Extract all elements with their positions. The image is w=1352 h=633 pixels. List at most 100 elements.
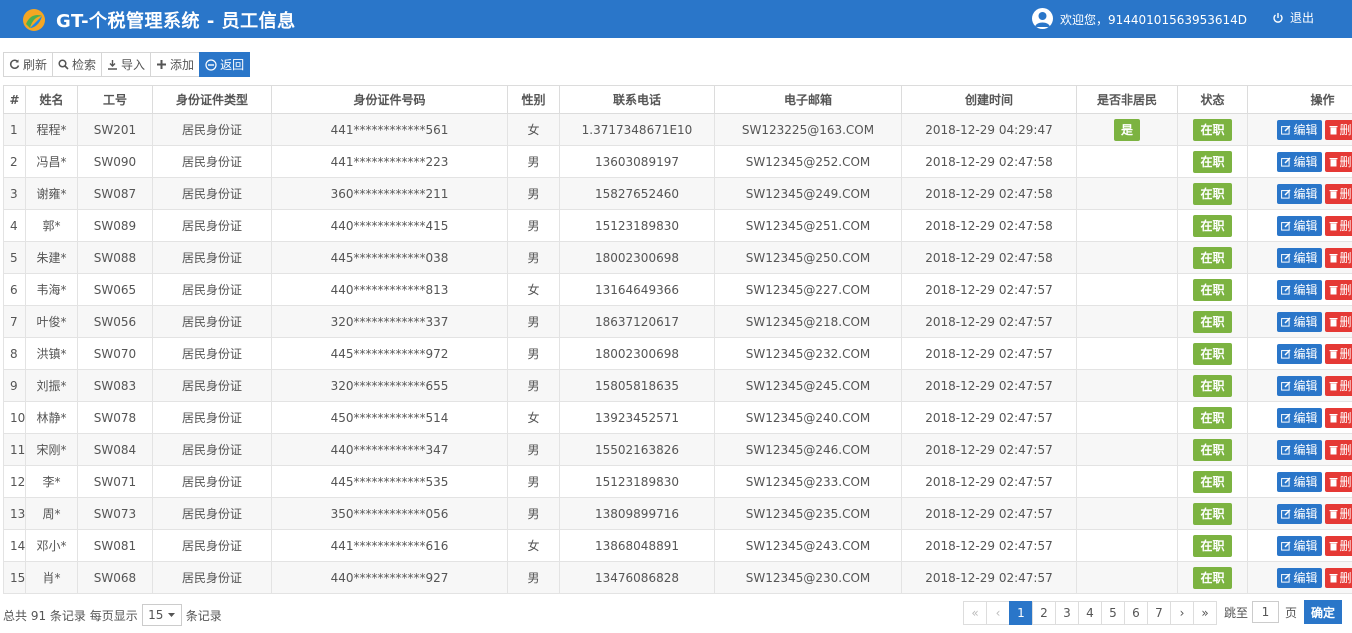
back-button[interactable]: 返回 [199, 52, 251, 77]
delete-button[interactable]: 删除 [1324, 375, 1352, 396]
cell-email: SW12345@232.COM [714, 337, 902, 370]
table-row[interactable]: 2 冯昌* SW090 居民身份证 441************223 男 1360308… [3, 145, 1352, 178]
delete-button[interactable]: 删除 [1324, 439, 1352, 460]
cell-no: SW068 [77, 561, 153, 594]
page-7-button[interactable]: 7 [1147, 601, 1171, 625]
edit-button[interactable]: 编辑 [1277, 151, 1322, 172]
cell-no: SW087 [77, 177, 153, 210]
delete-label: 删除 [1339, 475, 1352, 489]
edit-button[interactable]: 编辑 [1277, 247, 1322, 268]
user-icon[interactable] [1032, 8, 1053, 29]
cell-email: SW123225@163.COM [714, 113, 902, 146]
cell-created: 2018-12-29 02:47:58 [901, 209, 1077, 242]
jump-page-input[interactable]: 1 [1252, 601, 1279, 623]
edit-button[interactable]: 编辑 [1277, 311, 1322, 332]
edit-label: 编辑 [1293, 571, 1318, 585]
cell-status: 在职 [1177, 561, 1248, 594]
delete-label: 删除 [1339, 155, 1352, 169]
edit-button[interactable]: 编辑 [1277, 375, 1322, 396]
page-nav-button[interactable]: « [963, 601, 987, 625]
table-row[interactable]: 3 谢雍* SW087 居民身份证 360************211 男 1582765… [3, 177, 1352, 210]
cell-created: 2018-12-29 02:47:57 [901, 273, 1077, 306]
trash-icon [1329, 477, 1337, 486]
delete-button[interactable]: 删除 [1324, 535, 1352, 556]
table-row[interactable]: 10 林静* SW078 居民身份证 450************514 女 139234… [3, 401, 1352, 434]
page-5-button[interactable]: 5 [1101, 601, 1125, 625]
cell-idtype: 居民身份证 [152, 401, 272, 434]
page-6-button[interactable]: 6 [1124, 601, 1148, 625]
cell-status: 在职 [1177, 369, 1248, 402]
table-row[interactable]: 4 郭* SW089 居民身份证 440************415 男 15123189… [3, 209, 1352, 242]
edit-button[interactable]: 编辑 [1277, 471, 1322, 492]
edit-label: 编辑 [1293, 411, 1318, 425]
delete-button[interactable]: 删除 [1324, 407, 1352, 428]
page-1-button[interactable]: 1 [1009, 601, 1033, 625]
table-row[interactable]: 5 朱建* SW088 居民身份证 445************038 男 1800230… [3, 241, 1352, 274]
edit-button[interactable]: 编辑 [1277, 343, 1322, 364]
cell-nonres [1076, 241, 1178, 274]
delete-button[interactable]: 删除 [1324, 503, 1352, 524]
edit-button[interactable]: 编辑 [1277, 279, 1322, 300]
delete-button[interactable]: 删除 [1324, 311, 1352, 332]
cell-sex: 男 [507, 145, 560, 178]
cell-actions: 编辑 删除 [1247, 337, 1352, 370]
delete-button[interactable]: 删除 [1324, 215, 1352, 236]
cell-status: 在职 [1177, 177, 1248, 210]
edit-button[interactable]: 编辑 [1277, 407, 1322, 428]
edit-button[interactable]: 编辑 [1277, 119, 1322, 140]
refresh-button[interactable]: 刷新 [3, 52, 54, 77]
table-row[interactable]: 8 洪镇* SW070 居民身份证 445************972 男 1800230… [3, 337, 1352, 370]
edit-button[interactable]: 编辑 [1277, 503, 1322, 524]
cell-idtype: 居民身份证 [152, 369, 272, 402]
edit-button[interactable]: 编辑 [1277, 215, 1322, 236]
edit-button[interactable]: 编辑 [1277, 439, 1322, 460]
delete-button[interactable]: 删除 [1324, 343, 1352, 364]
delete-button[interactable]: 删除 [1324, 151, 1352, 172]
page-nav-button[interactable]: › [1170, 601, 1194, 625]
import-button[interactable]: 导入 [101, 52, 152, 77]
table-row[interactable]: 11 宋刚* SW084 居民身份证 440************347 男 155021… [3, 433, 1352, 466]
back-icon [205, 58, 217, 71]
table-row[interactable]: 6 韦海* SW065 居民身份证 440************813 女 1316464… [3, 273, 1352, 306]
delete-button[interactable]: 删除 [1324, 471, 1352, 492]
edit-label: 编辑 [1293, 219, 1318, 233]
page-4-button[interactable]: 4 [1078, 601, 1102, 625]
table-row[interactable]: 7 叶俊* SW056 居民身份证 320************337 男 1863712… [3, 305, 1352, 338]
cell-created: 2018-12-29 02:47:57 [901, 369, 1077, 402]
cell-phone: 15827652460 [559, 177, 715, 210]
delete-button[interactable]: 删除 [1324, 247, 1352, 268]
table-row[interactable]: 12 李* SW071 居民身份证 445************535 男 1512318… [3, 465, 1352, 498]
delete-button[interactable]: 删除 [1324, 119, 1352, 140]
cell-idtype: 居民身份证 [152, 529, 272, 562]
cell-phone: 13476086828 [559, 561, 715, 594]
page-nav-button[interactable]: » [1193, 601, 1217, 625]
delete-label: 删除 [1339, 443, 1352, 457]
status-badge: 在职 [1193, 566, 1232, 589]
cell-actions: 编辑 删除 [1247, 369, 1352, 402]
confirm-button[interactable]: 确定 [1304, 600, 1342, 624]
edit-button[interactable]: 编辑 [1277, 567, 1322, 588]
jump-label: 跳至 [1224, 606, 1249, 620]
page-size-select[interactable]: 15 [141, 604, 182, 626]
table-row[interactable]: 9 刘振* SW083 居民身份证 320************655 男 1580581… [3, 369, 1352, 402]
delete-button[interactable]: 删除 [1324, 183, 1352, 204]
edit-button[interactable]: 编辑 [1277, 183, 1322, 204]
delete-label: 删除 [1339, 251, 1352, 265]
table-row[interactable]: 1 程程* SW201 居民身份证 441************561 女 1.37173… [3, 113, 1352, 146]
table-row[interactable]: 15 肖* SW068 居民身份证 440************927 男 1347608… [3, 561, 1352, 594]
table-row[interactable]: 14 邓小* SW081 居民身份证 441************616 女 138680… [3, 529, 1352, 562]
table-row[interactable]: 13 周* SW073 居民身份证 350************056 男 1380989… [3, 497, 1352, 530]
cell-sex: 男 [507, 433, 560, 466]
cell-phone: 18002300698 [559, 337, 715, 370]
page-nav-button[interactable]: ‹ [986, 601, 1010, 625]
delete-button[interactable]: 删除 [1324, 279, 1352, 300]
delete-button[interactable]: 删除 [1324, 567, 1352, 588]
cell-idx: 1 [3, 113, 26, 146]
edit-button[interactable]: 编辑 [1277, 535, 1322, 556]
page-2-button[interactable]: 2 [1032, 601, 1056, 625]
add-button[interactable]: 添加 [150, 52, 201, 77]
search-button[interactable]: 检索 [52, 52, 103, 77]
cell-actions: 编辑 删除 [1247, 113, 1352, 146]
logout-button[interactable]: 退出 [1272, 9, 1314, 26]
page-3-button[interactable]: 3 [1055, 601, 1079, 625]
